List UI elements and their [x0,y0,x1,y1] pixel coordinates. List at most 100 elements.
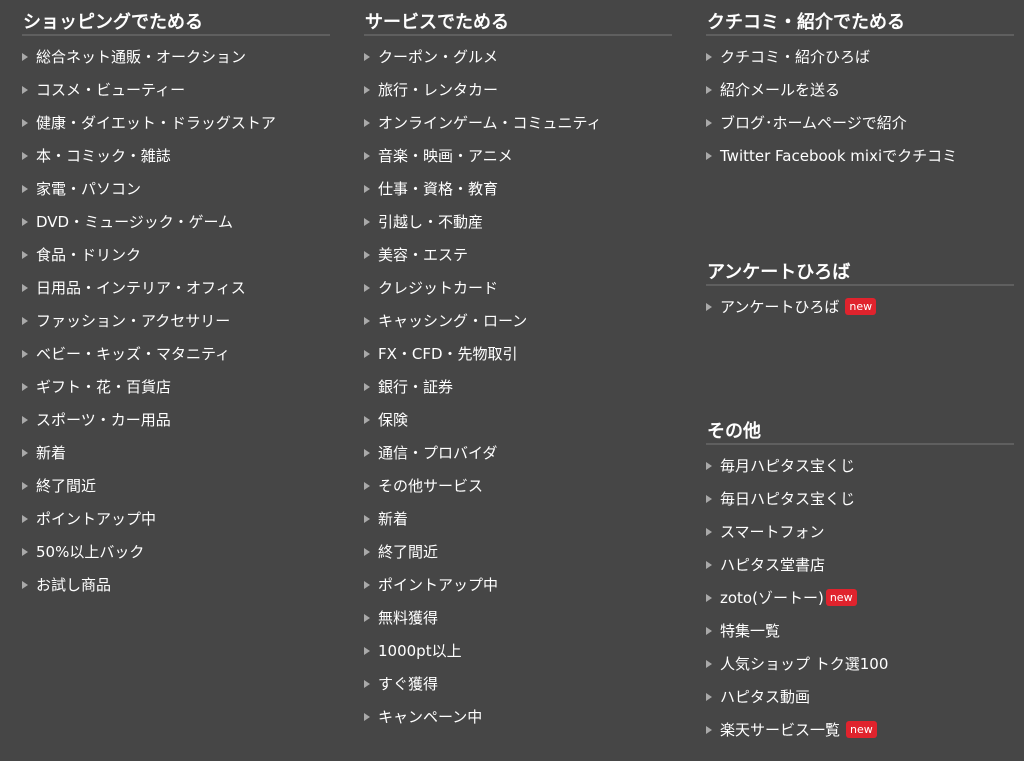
shopping-link-point-up[interactable]: ポイントアップ中 [22,502,330,535]
services-link-moving-realestate[interactable]: 引越し・不動産 [364,205,672,238]
shopping-link-electronics-pc[interactable]: 家電・パソコン [22,172,330,205]
link-label: 保険 [378,411,409,429]
link-label: 楽天サービス一覧 [720,721,841,739]
shopping-link-sports-car[interactable]: スポーツ・カー用品 [22,403,330,436]
services-link-cashing-loan[interactable]: キャッシング・ローン [364,304,672,337]
services-link-job-license-education[interactable]: 仕事・資格・教育 [364,172,672,205]
shopping-link-cosmetics-beauty[interactable]: コスメ・ビューティー [22,73,330,106]
shopping-link-fashion-accessories[interactable]: ファッション・アクセサリー [22,304,330,337]
shopping-link-50-percent-back[interactable]: 50%以上バック [22,535,330,568]
arrow-right-icon [706,593,712,602]
shopping-link-food-drink[interactable]: 食品・ドリンク [22,238,330,271]
other-divider [706,443,1014,445]
services-link-insurance[interactable]: 保険 [364,403,672,436]
services-link-telecom-provider[interactable]: 通信・プロバイダ [364,436,672,469]
arrow-right-icon [706,85,712,94]
link-label: 新着 [378,510,409,528]
shopping-link-books-comics-magazines[interactable]: 本・コミック・雑誌 [22,139,330,172]
arrow-right-icon [22,85,28,94]
services-link-credit-card[interactable]: クレジットカード [364,271,672,304]
other-link-zoto[interactable]: zoto(ゾートー) new [706,581,1014,614]
services-link-campaign[interactable]: キャンペーン中 [364,700,672,733]
shopping-link-new[interactable]: 新着 [22,436,330,469]
arrow-right-icon [364,646,370,655]
referral-link-blog-homepage[interactable]: ブログ･ホームページで紹介 [706,106,1014,139]
arrow-right-icon [364,382,370,391]
shopping-link-dvd-music-games[interactable]: DVD・ミュージック・ゲーム [22,205,330,238]
services-link-bank-securities[interactable]: 銀行・証券 [364,370,672,403]
services-link-beauty-esthetic[interactable]: 美容・エステ [364,238,672,271]
referral-link-social[interactable]: Twitter Facebook mixiでクチコミ [706,139,1014,172]
shopping-link-baby-kids-maternity[interactable]: ベビー・キッズ・マタニティ [22,337,330,370]
link-label: 食品・ドリンク [36,246,142,264]
referral-link-send-mail[interactable]: 紹介メールを送る [706,73,1014,106]
link-label: お試し商品 [36,576,112,594]
services-link-fx-cfd-futures[interactable]: FX・CFD・先物取引 [364,337,672,370]
other-link-videos[interactable]: ハピタス動画 [706,680,1014,713]
arrow-right-icon [364,580,370,589]
shopping-link-trial-products[interactable]: お試し商品 [22,568,330,601]
link-label: FX・CFD・先物取引 [378,345,518,363]
other-link-monthly-lottery[interactable]: 毎月ハピタス宝くじ [706,449,1014,482]
services-link-music-movie-anime[interactable]: 音楽・映画・アニメ [364,139,672,172]
shopping-link-gift-flower-department[interactable]: ギフト・花・百貨店 [22,370,330,403]
services-link-free[interactable]: 無料獲得 [364,601,672,634]
shopping-link-ending-soon[interactable]: 終了間近 [22,469,330,502]
arrow-right-icon [22,547,28,556]
new-badge: new [845,298,877,315]
services-link-ending-soon[interactable]: 終了間近 [364,535,672,568]
other-link-bookstore[interactable]: ハピタス堂書店 [706,548,1014,581]
arrow-right-icon [22,217,28,226]
services-link-other-services[interactable]: その他サービス [364,469,672,502]
services-link-point-up[interactable]: ポイントアップ中 [364,568,672,601]
arrow-right-icon [364,118,370,127]
services-section-title: サービスでためる [365,12,509,33]
link-label: 健康・ダイエット・ドラッグストア [36,114,276,132]
other-link-daily-lottery[interactable]: 毎日ハピタス宝くじ [706,482,1014,515]
link-label: ハピタス動画 [720,688,811,706]
other-link-smartphone[interactable]: スマートフォン [706,515,1014,548]
arrow-right-icon [364,448,370,457]
arrow-right-icon [706,626,712,635]
shopping-link-health-diet-drugstore[interactable]: 健康・ダイエット・ドラッグストア [22,106,330,139]
link-label: 終了間近 [378,543,439,561]
other-link-popular-shops[interactable]: 人気ショップ トク選100 [706,647,1014,680]
arrow-right-icon [22,316,28,325]
other-link-features[interactable]: 特集一覧 [706,614,1014,647]
misc-column: クチコミ・紹介でためる クチコミ・紹介ひろば 紹介メールを送る ブログ･ホームペ… [706,0,1014,746]
link-label: クチコミ・紹介ひろば [720,48,871,66]
shopping-link-daily-interior-office[interactable]: 日用品・インテリア・オフィス [22,271,330,304]
services-link-new[interactable]: 新着 [364,502,672,535]
referral-divider [706,34,1014,36]
arrow-right-icon [364,514,370,523]
link-label: 銀行・証券 [378,378,454,396]
link-label: スマートフォン [720,523,825,541]
other-link-rakuten-services[interactable]: 楽天サービス一覧 new [706,713,1014,746]
link-label: 1000pt以上 [378,642,462,660]
link-label: ギフト・花・百貨店 [36,378,172,396]
link-label: キャッシング・ローン [378,312,528,330]
services-divider [364,34,672,36]
arrow-right-icon [22,481,28,490]
referral-link-kuchikomi-hiroba[interactable]: クチコミ・紹介ひろば [706,40,1014,73]
arrow-right-icon [364,547,370,556]
survey-link-enquete-hiroba[interactable]: アンケートひろば new [706,290,1014,323]
new-badge: new [825,589,857,606]
services-link-coupon-gourmet[interactable]: クーポン・グルメ [364,40,672,73]
link-label: 旅行・レンタカー [378,81,499,99]
link-label: その他サービス [378,477,484,495]
services-column: サービスでためる クーポン・グルメ 旅行・レンタカー オンラインゲーム・コミュニ… [364,0,672,733]
arrow-right-icon [22,283,28,292]
survey-section-title: アンケートひろば [707,262,851,283]
services-link-1000pt-plus[interactable]: 1000pt以上 [364,634,672,667]
arrow-right-icon [364,52,370,61]
link-label: ベビー・キッズ・マタニティ [36,345,231,363]
shopping-link-general-online-auction[interactable]: 総合ネット通販・オークション [22,40,330,73]
services-link-instant[interactable]: すぐ獲得 [364,667,672,700]
survey-link-list: アンケートひろば new [706,290,1014,323]
link-label: ファッション・アクセサリー [36,312,231,330]
link-label: キャンペーン中 [378,708,483,726]
arrow-right-icon [364,316,370,325]
services-link-online-game-community[interactable]: オンラインゲーム・コミュニティ [364,106,672,139]
services-link-travel-rentacar[interactable]: 旅行・レンタカー [364,73,672,106]
